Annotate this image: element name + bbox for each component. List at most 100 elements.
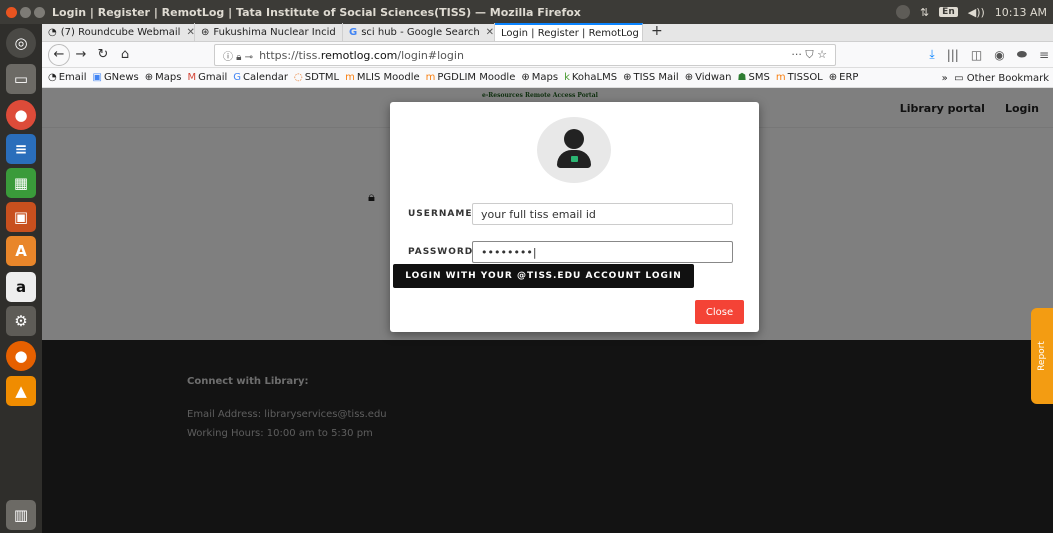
page-actions-icon[interactable]: ··· ⛉ ☆ (791, 48, 827, 62)
gnews-icon: ▣ (92, 72, 102, 83)
clock[interactable]: 10:13 AM (995, 6, 1047, 19)
bookmark-email[interactable]: ◔ Email (48, 72, 86, 83)
moodle-icon: m (345, 72, 355, 83)
software-center-icon[interactable]: A (6, 236, 36, 266)
user-avatar-icon (537, 117, 611, 183)
chrome-icon[interactable]: ● (6, 100, 36, 130)
settings-icon[interactable]: ⚙ (6, 306, 36, 336)
bookmark-sdtml[interactable]: ◌ SDTML (294, 72, 339, 83)
login-modal: USERNAME: PASSWORD: LOGIN WITH YOUR @TIS… (390, 102, 759, 332)
url-bar[interactable]: ⓘ 🔒︎ ⊸ https://tiss. remotlog.com/login#l… (214, 44, 836, 66)
window-title: Login | Register | RemotLog | Tata Insti… (52, 5, 581, 19)
password-row: PASSWORD: (408, 241, 733, 263)
google-icon: G (349, 26, 358, 38)
impress-icon[interactable]: ▣ (6, 202, 36, 232)
avatar-lock-icon (571, 156, 578, 162)
menu-icon[interactable]: ≡ (1039, 48, 1049, 62)
roundcube-icon: ◔ (48, 26, 57, 38)
report-tab[interactable]: Report (1031, 308, 1053, 404)
bookmark-gmail[interactable]: M Gmail (187, 72, 227, 83)
site-info-icon[interactable]: ⓘ 🔒︎ ⊸ (223, 48, 253, 63)
keyboard-language[interactable]: En (939, 7, 958, 17)
password-input[interactable] (472, 241, 733, 263)
chevron-double-right-icon[interactable]: » (942, 73, 948, 84)
koha-icon: k (564, 72, 570, 83)
bookmarks-bar: ◔ Email ▣ GNews ⊕ Maps M Gmail G Calendar ◌ SD… (42, 68, 1053, 88)
globe-icon: ⊕ (521, 72, 530, 83)
maximize-window-icon[interactable] (34, 6, 45, 18)
bookmark-vidwan[interactable]: ⊕ Vidwan (685, 72, 732, 83)
page-content: e-Resources Remote Access Portal Library… (42, 88, 1053, 533)
network-icon[interactable]: ⇅ (920, 6, 929, 19)
tab-bar: ◔ (7) Roundcube Webmail ✕ ⊛ Fukushima Nuc… (42, 23, 1053, 42)
tab-fukushima[interactable]: ⊛ Fukushima Nuclear Incid✕ (195, 23, 343, 41)
bookmark-tissol[interactable]: m TISSOL (776, 72, 823, 83)
nav-bar: ← → ↻ ⌂ ⓘ 🔒︎ ⊸ https://tiss. remotlog.com… (42, 42, 1053, 68)
minimize-window-icon[interactable] (20, 6, 31, 18)
forward-button[interactable]: → (70, 44, 92, 66)
volume-icon[interactable]: ◀)) (968, 6, 985, 19)
sidebar-icon[interactable]: ◫ (971, 48, 982, 62)
skype-icon[interactable] (895, 5, 910, 19)
library-icon[interactable]: ||| (947, 48, 959, 62)
globe-icon: ⊕ (684, 72, 694, 83)
system-top-bar: Login | Register | RemotLog | Tata Insti… (0, 0, 1053, 24)
new-tab-button[interactable]: + (643, 23, 671, 41)
username-input[interactable] (472, 203, 733, 225)
toolbar-right: ⤓ ||| ◫ ◉ ⬬ ≡ (929, 47, 1049, 62)
username-row: USERNAME: (408, 203, 733, 225)
files-icon[interactable]: ▭ (6, 64, 36, 94)
firefox-icon[interactable]: ● (6, 341, 36, 371)
password-label: PASSWORD: (408, 247, 478, 257)
firefox-window: ◔ (7) Roundcube Webmail ✕ ⊛ Fukushima Nuc… (42, 23, 1053, 533)
back-button[interactable]: ← (48, 43, 70, 66)
roundcube-icon: ◔ (48, 72, 57, 83)
sci-hub-icon: ⊛ (201, 26, 210, 38)
bookmark-calendar[interactable]: G Calendar (233, 72, 288, 83)
close-button[interactable]: Close (695, 300, 744, 324)
vlc-icon[interactable]: ▲ (6, 376, 36, 406)
reload-button[interactable]: ↻ (92, 44, 114, 66)
globe-icon: ⊕ (144, 72, 154, 83)
downloads-icon[interactable]: ⤓ (929, 47, 934, 62)
calc-icon[interactable]: ▦ (6, 168, 36, 198)
bookmark-maps-2[interactable]: ⊕ Maps (521, 72, 558, 83)
globe-icon: ⊕ (828, 72, 838, 83)
bookmark-tiss-mail[interactable]: ⊕ TISS Mail (623, 72, 679, 83)
folder-icon: ▭ (954, 72, 964, 84)
home-button[interactable]: ⌂ (114, 44, 136, 66)
amazon-icon[interactable]: a (6, 272, 36, 302)
bookmark-erp[interactable]: ⊕ ERP (829, 72, 859, 83)
close-tab-icon[interactable]: ✕ (186, 27, 194, 38)
ubuntu-dash-icon[interactable]: ◎ (6, 28, 36, 58)
extension-icon[interactable]: ⬬ (1017, 47, 1027, 62)
trash-icon[interactable]: ▥ (6, 500, 36, 530)
bookmark-sms[interactable]: ☗ SMS (738, 72, 770, 83)
google-icon: G (233, 72, 242, 83)
tab-google-search[interactable]: G sci hub - Google Search ✕ (343, 23, 495, 41)
sms-icon: ☗ (737, 72, 747, 83)
login-button[interactable]: LOGIN WITH YOUR @TISS.EDU ACCOUNT LOGIN (393, 264, 694, 288)
username-label: USERNAME: (408, 209, 478, 219)
bookmark-maps[interactable]: ⊕ Maps (145, 72, 182, 83)
sdtml-icon: ◌ (293, 72, 303, 83)
tab-login-register[interactable]: Login | Register | RemotLog✕ (495, 23, 643, 41)
writer-icon[interactable]: ≡ (6, 134, 36, 164)
close-tab-icon[interactable]: ✕ (486, 27, 494, 38)
tab-roundcube[interactable]: ◔ (7) Roundcube Webmail ✕ (42, 23, 195, 41)
bookmark-gnews[interactable]: ▣ GNews (92, 72, 138, 83)
close-window-icon[interactable] (6, 6, 17, 18)
bookmark-kohalms[interactable]: k KohaLMS (564, 72, 617, 83)
bookmark-pgdlim-moodle[interactable]: m PGDLIM Moodle (426, 72, 516, 83)
bookmark-mlis-moodle[interactable]: m MLIS Moodle (345, 72, 420, 83)
moodle-icon: m (775, 72, 786, 83)
account-icon[interactable]: ◉ (994, 48, 1004, 62)
system-tray: ⇅ En ◀)) 10:13 AM (895, 0, 1047, 24)
moodle-icon: m (425, 72, 436, 83)
globe-icon: ⊕ (623, 72, 632, 83)
avatar-head (564, 129, 584, 149)
window-controls (6, 6, 52, 18)
launcher: ◎ ▭ ● ≡ ▦ ▣ A a ⚙ ● ▲ ▥ (0, 24, 42, 533)
other-bookmarks[interactable]: » ▭ Other Bookmark (935, 68, 1049, 87)
gmail-icon: M (187, 72, 197, 83)
